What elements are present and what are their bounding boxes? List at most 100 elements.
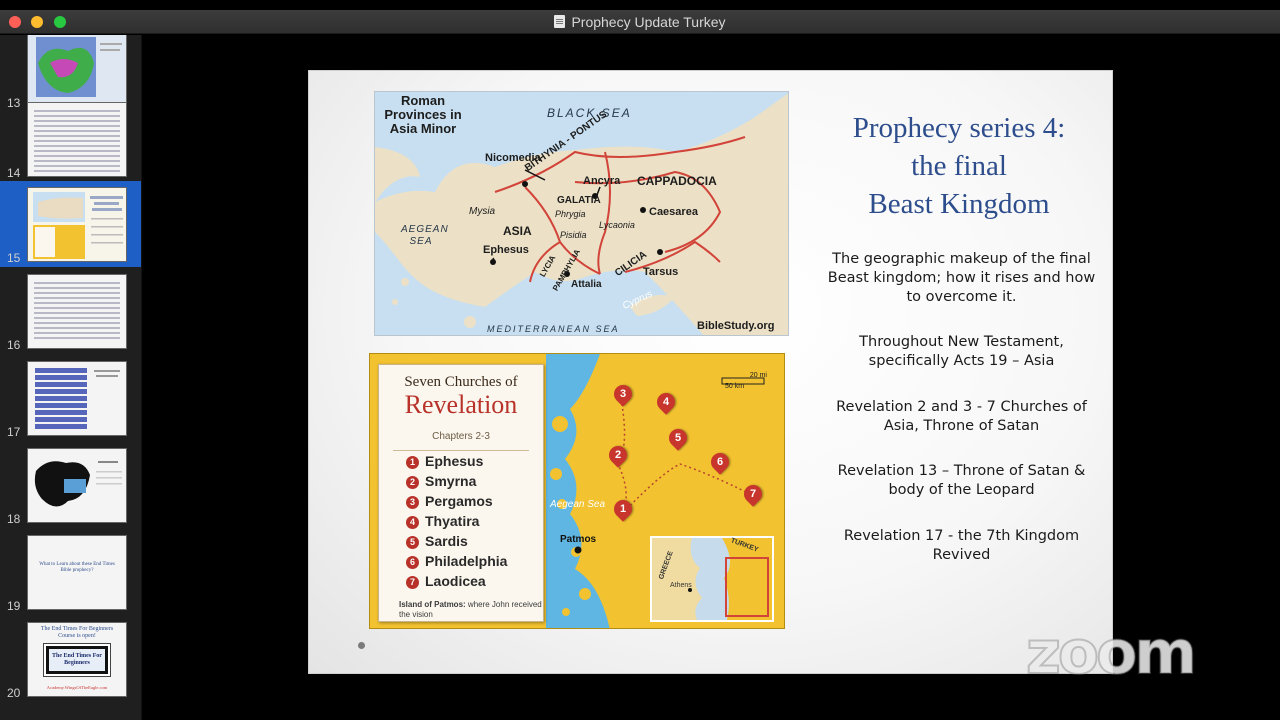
legend-title-small: Seven Churches of bbox=[404, 374, 518, 390]
church-name: Philadelphia bbox=[425, 553, 508, 569]
church-number: 6 bbox=[406, 556, 419, 569]
cappadocia-label: CAPPADOCIA bbox=[637, 174, 717, 188]
slide-thumbnail-15[interactable]: 15 bbox=[0, 181, 141, 436]
aegean-sea-label: AEGEAN SEA bbox=[401, 224, 449, 247]
slide-title-line: Beast Kingdom bbox=[868, 188, 1050, 220]
slide-paragraph: Revelation 2 and 3 - 7 Churches of Asia,… bbox=[836, 399, 1087, 434]
slide-title-line: the final bbox=[911, 150, 1007, 182]
slide-thumbnail-16[interactable]: 16 bbox=[0, 268, 141, 354]
inset-athens-label: Athens bbox=[670, 582, 692, 589]
seven-churches-map: Seven Churches of Revelation Chapters 2-… bbox=[369, 353, 785, 629]
roman-provinces-map: Roman Provinces in Asia Minor BLACK SEA … bbox=[374, 91, 789, 336]
slide-navigator: 13 14 15 16 17 18 What to Learn about th… bbox=[0, 35, 142, 720]
slide-15-thumbnail-graphic bbox=[33, 192, 123, 259]
slide-thumbnail-14[interactable]: 14 bbox=[0, 96, 141, 182]
thumbnail-title: The End Times For Beginners Course is op… bbox=[40, 626, 114, 639]
slide-preview: What to Learn about these End Times Bibl… bbox=[27, 535, 127, 610]
aegean-sea-label: Aegean Sea bbox=[550, 499, 606, 510]
church-number: 3 bbox=[406, 496, 419, 509]
course-banner: The End Times For Beginners bbox=[43, 643, 111, 677]
thumbnail-url: Academy.WingsOfTheEagle.com bbox=[46, 685, 108, 690]
slide-thumbnail-18[interactable]: 18 bbox=[0, 442, 141, 528]
pin-number: 2 bbox=[614, 449, 622, 461]
pin-number: 1 bbox=[619, 503, 627, 515]
map-scale: 20 mi 50 km bbox=[725, 372, 767, 390]
caesarea-label: Caesarea bbox=[649, 206, 698, 218]
church-pin-4: 4 bbox=[653, 389, 679, 415]
church-number: 2 bbox=[406, 476, 419, 489]
church-item: 5 Sardis bbox=[406, 533, 468, 551]
church-number: 5 bbox=[406, 536, 419, 549]
legend-title: Revelation bbox=[404, 390, 518, 419]
slide-number: 20 bbox=[7, 686, 21, 700]
slide-number: 19 bbox=[7, 599, 21, 613]
attalia-label: Attalia bbox=[571, 279, 602, 290]
church-name: Pergamos bbox=[425, 493, 493, 509]
church-pin-5: 5 bbox=[665, 425, 691, 451]
map-credit: BibleStudy.org bbox=[697, 320, 775, 332]
slide-thumbnail-17[interactable]: 17 bbox=[0, 355, 141, 441]
lycaonia-label: Lycaonia bbox=[599, 220, 635, 230]
galatia-label: GALATIA bbox=[557, 195, 601, 206]
slide-number: 15 bbox=[7, 251, 21, 265]
church-pin-6: 6 bbox=[707, 449, 733, 475]
church-item: 4 Thyatira bbox=[406, 513, 479, 531]
slide-thumbnail-19[interactable]: What to Learn about these End Times Bibl… bbox=[0, 529, 141, 615]
mediterranean-sea-label: MEDITERRANEAN SEA bbox=[487, 324, 620, 334]
phrygia-label: Phrygia bbox=[555, 209, 586, 219]
ancyra-label: Ancyra bbox=[583, 175, 621, 187]
document-icon bbox=[554, 15, 566, 28]
church-item: 7 Laodicea bbox=[406, 573, 486, 591]
slide-paragraph: Revelation 13 – Throne of Satan & body o… bbox=[837, 463, 1086, 498]
slide-preview bbox=[27, 102, 127, 177]
slide-number: 14 bbox=[7, 166, 21, 180]
footnote-bold: Island of Patmos: bbox=[399, 600, 466, 609]
slide-title: Prophecy series 4: the final Beast Kingd… bbox=[809, 109, 1109, 223]
slide-paragraph: Revelation 17 - the 7th Kingdom Revived bbox=[843, 528, 1080, 563]
roman-map-heading: Roman Provinces in Asia Minor bbox=[384, 93, 462, 136]
slide-number: 17 bbox=[7, 425, 21, 439]
scale-miles: 20 mi bbox=[749, 372, 767, 379]
pin-number: 7 bbox=[749, 488, 757, 500]
church-name: Ephesus bbox=[425, 453, 484, 469]
church-item: 2 Smyrna bbox=[406, 473, 476, 491]
pin-number: 3 bbox=[619, 388, 627, 400]
zoom-watermark-logo: zoom bbox=[1025, 617, 1198, 689]
pin-number: 4 bbox=[662, 396, 670, 408]
legend-subtitle: Chapters 2-3 bbox=[432, 431, 490, 442]
slide-title-line: Prophecy series 4: bbox=[852, 112, 1066, 144]
church-pin-1: 1 bbox=[610, 496, 636, 522]
church-item: 6 Philadelphia bbox=[406, 553, 507, 571]
slide-preview bbox=[27, 187, 127, 262]
church-pin-7: 7 bbox=[740, 481, 766, 507]
ephesus-label: Ephesus bbox=[483, 244, 529, 256]
slide-18-thumbnail-graphic bbox=[34, 461, 122, 507]
legend-divider bbox=[393, 450, 529, 451]
patmos-label: Patmos bbox=[560, 534, 597, 545]
mysia-label: Mysia bbox=[469, 206, 496, 217]
slide-thumbnail-20[interactable]: The End Times For Beginners Course is op… bbox=[0, 616, 141, 702]
church-item: 1 Ephesus bbox=[406, 453, 483, 471]
asia-label: ASIA bbox=[503, 224, 532, 238]
scale-km: 50 km bbox=[725, 383, 745, 390]
window-title: Prophecy Update Turkey bbox=[0, 14, 1280, 30]
slide-preview bbox=[27, 361, 127, 436]
legend-footnote: Island of Patmos: where John received th… bbox=[399, 600, 543, 620]
locator-inset-map: GREECE TURKEY Athens bbox=[650, 536, 774, 622]
window-titlebar: Prophecy Update Turkey bbox=[0, 10, 1280, 34]
slide-paragraph: The geographic makeup of the final Beast… bbox=[827, 251, 1096, 305]
church-number: 1 bbox=[406, 456, 419, 469]
church-number: 4 bbox=[406, 516, 419, 529]
church-name: Laodicea bbox=[425, 573, 486, 589]
slide-preview bbox=[27, 448, 127, 523]
slide-number: 16 bbox=[7, 338, 21, 352]
course-banner-text: The End Times For Beginners bbox=[49, 649, 105, 671]
current-slide: Roman Provinces in Asia Minor BLACK SEA … bbox=[308, 70, 1113, 674]
slide-preview: The End Times For Beginners Course is op… bbox=[27, 622, 127, 697]
slide-number: 18 bbox=[7, 512, 21, 526]
slide-paragraph: Throughout New Testament, specifically A… bbox=[859, 334, 1064, 369]
church-pin-3: 3 bbox=[610, 381, 636, 407]
church-pin-2: 2 bbox=[605, 442, 631, 468]
church-item: 3 Pergamos bbox=[406, 493, 493, 511]
pin-number: 6 bbox=[716, 456, 724, 468]
